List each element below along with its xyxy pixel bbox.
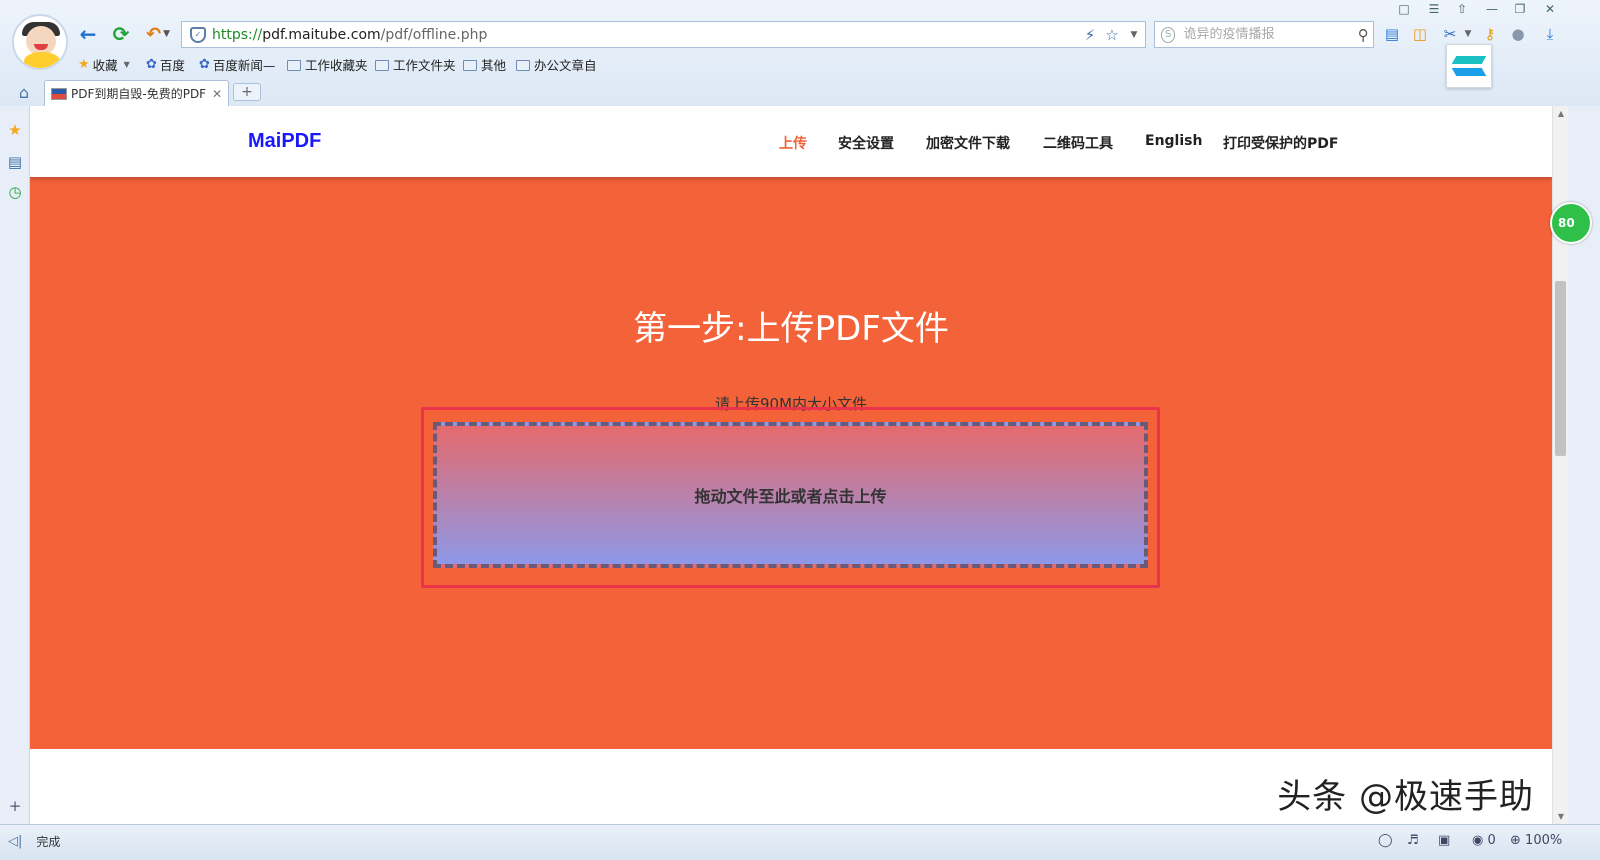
new-tab-button[interactable]: + [233,83,261,101]
bookmark-work-folder[interactable]: 工作文件夹 [375,54,456,74]
star-icon: ★ [78,56,90,72]
nav-print-protected-pdf[interactable]: 打印受保护的PDF [1223,133,1338,153]
app-logo-stripe [1451,68,1487,76]
address-dropdown-icon[interactable]: ▼ [1123,30,1145,40]
reading-icon[interactable]: ▤ [5,152,25,172]
undo-icon[interactable]: ↶ ▼ [140,22,176,46]
baidu-paw-icon: ✿ [199,56,210,72]
tab-favicon-icon [51,87,67,100]
scissors-dropdown-icon[interactable]: ▼ [1456,22,1480,46]
volume-icon[interactable]: ♬ [1407,831,1419,849]
adblock-count: 0 [1487,832,1496,848]
translate-icon[interactable]: ▤ [1380,22,1404,46]
bookmark-label: 工作收藏夹 [305,57,368,73]
skin-icon[interactable]: ⇧ [1450,0,1474,18]
star-bookmark-icon[interactable]: ☆ [1101,26,1123,44]
status-bar: ◁| 完成 ◯ ♬ ▣ ◉ 0 ⊕ 100% [0,824,1600,860]
reload-icon[interactable]: ⟳ [108,22,134,46]
extension-icon[interactable]: ◫ [1408,22,1432,46]
lightning-icon[interactable]: ⚡︎ [1079,26,1101,44]
dropzone-label: 拖动文件至此或者点击上传 [694,487,887,506]
nav-encrypted-download[interactable]: 加密文件下载 [926,133,1010,153]
folder-icon [463,59,477,71]
home-icon[interactable]: ⌂ [14,82,34,102]
security-shield-icon[interactable]: ◯ [1378,831,1393,849]
nav-upload[interactable]: 上传 [779,133,807,153]
folder-icon [375,59,389,71]
url-protocol: https:// [212,26,263,43]
search-icon[interactable]: ⚲ [1353,26,1373,44]
web-page: MaiPDF 上传 安全设置 加密文件下载 二维码工具 English 打印受保… [30,106,1552,824]
undo-dropdown-icon[interactable]: ▼ [163,29,170,39]
status-left: ◁| 完成 [8,833,60,850]
restore-icon[interactable]: ❐ [1508,0,1532,18]
bookmark-office[interactable]: 办公文章自 [516,54,597,74]
browser-tab[interactable]: PDF到期自毁-免费的PDF ✕ [44,80,229,106]
sidebar-toggle-icon[interactable]: ◁| [8,834,22,849]
minimize-icon[interactable]: — [1480,0,1504,18]
nav-security-settings[interactable]: 安全设置 [838,133,894,153]
folder-icon [287,59,301,71]
search-input[interactable] [1183,27,1354,42]
scroll-thumb[interactable] [1555,281,1566,456]
nav-english[interactable]: English [1145,133,1202,149]
shield-icon: ✓ [190,26,206,43]
add-sidebar-icon[interactable]: + [5,796,25,816]
adblock-icon[interactable]: ◉ 0 [1472,831,1496,849]
browser-chrome: ← ⟳ ↶ ▼ ✓ https://pdf.maitube.com/pdf/off… [0,0,1600,106]
file-dropzone[interactable]: 拖动文件至此或者点击上传 [433,422,1148,568]
key-icon[interactable]: ⚷ [1478,22,1502,46]
user-avatar[interactable] [12,14,68,70]
close-icon[interactable]: ✕ [1538,0,1562,18]
cleanup-icon[interactable]: ▣ [1438,831,1450,849]
site-navbar: MaiPDF 上传 安全设置 加密文件下载 二维码工具 English 打印受保… [30,106,1552,177]
watermark: 头条 @极速手助 [1277,777,1534,817]
page-title: 第一步:上传PDF文件 [633,309,949,349]
bookmark-label: 工作文件夹 [393,57,456,73]
history-clock-icon[interactable]: ◷ [5,182,25,202]
avatar-duck [24,52,60,68]
status-text: 完成 [36,835,61,849]
address-url[interactable]: https://pdf.maitube.com/pdf/offline.php [212,27,1079,43]
app-logo-stripe [1451,56,1487,64]
download-icon[interactable]: ⤓ [1538,22,1562,46]
tab-title: PDF到期自毁-免费的PDF [71,87,207,101]
menu-icon[interactable]: ☰ [1422,0,1446,18]
upload-hero: 第一步:上传PDF文件 请上传90M内大小文件 拖动文件至此或者点击上传 [30,177,1552,749]
app-logo [1451,54,1487,78]
search-engine-icon[interactable]: S [1161,26,1176,43]
floating-badge[interactable]: 80 [1550,202,1592,244]
more-icon[interactable]: ● [1506,22,1530,46]
back-arrow-icon[interactable]: ← [76,22,100,46]
chevron-down-icon[interactable]: ▼ [124,60,130,69]
zoom-control[interactable]: ⊕ 100% [1510,831,1562,849]
bookmark-baidu-news[interactable]: ✿ 百度新闻— [199,54,275,74]
window-number-icon[interactable]: □ [1392,0,1416,18]
bookmark-work-favorites[interactable]: 工作收藏夹 [287,54,368,74]
zoom-level: 100% [1525,832,1563,848]
scroll-up-icon[interactable]: ▲ [1556,109,1566,118]
bookmark-label: 百度新闻— [212,57,276,73]
bookmark-label: 百度 [159,57,185,73]
zoom-icon: ⊕ [1510,832,1521,848]
app-launcher-icon[interactable] [1446,44,1492,88]
search-box[interactable]: S ⚲ [1154,21,1374,48]
left-sidebar: ★ ▤ ◷ + [0,106,30,840]
bookmark-other[interactable]: 其他 [463,54,506,74]
baidu-paw-icon: ✿ [146,56,157,72]
favorites-star-icon[interactable]: ★ [5,120,25,140]
site-logo[interactable]: MaiPDF [248,130,321,153]
url-path: /pdf/offline.php [380,26,488,43]
nav-qrcode-tool[interactable]: 二维码工具 [1043,133,1113,153]
bookmark-baidu[interactable]: ✿ 百度 [146,54,185,74]
folder-icon [516,59,530,71]
bookmark-label: 其他 [481,57,507,73]
bookmark-label: 办公文章自 [534,57,597,73]
scroll-down-icon[interactable]: ▼ [1556,812,1566,821]
bookmark-label: 收藏 [92,57,118,73]
url-host: pdf.maitube.com [262,26,381,43]
tab-close-icon[interactable]: ✕ [212,87,222,101]
bookmark-favorites[interactable]: ★ 收藏 ▼ [78,54,130,74]
address-bar[interactable]: ✓ https://pdf.maitube.com/pdf/offline.ph… [181,21,1146,48]
